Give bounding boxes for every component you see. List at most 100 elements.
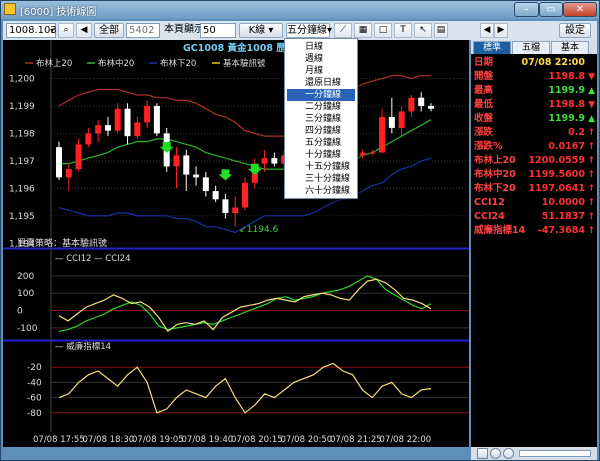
time-tick-label: 07/08 22:00 [380, 435, 432, 445]
interval-menu-item[interactable]: 五分鐘線 [287, 137, 355, 149]
arrow-left-icon[interactable]: ◀ [480, 23, 494, 38]
page-size-field[interactable]: 50 [200, 23, 236, 38]
cci-tick-label: -100 [17, 324, 38, 334]
pointer-icon[interactable]: ↖ [414, 23, 432, 38]
candle-body [65, 169, 72, 178]
candle-body [408, 97, 415, 112]
page-label: 本頁顯示 [164, 24, 204, 35]
price-tick-label: 1,200 [9, 74, 35, 84]
trend-arrow-icon: ↑ [587, 170, 595, 180]
legend-label: 布林下20 [160, 58, 196, 69]
time-tick-label: 07/08 19:40 [182, 435, 234, 445]
candle-body [124, 108, 131, 137]
search-icon[interactable]: ⌕ [58, 23, 74, 38]
candle-body [104, 125, 111, 131]
interval-menu-item[interactable]: 十分鐘線 [287, 149, 355, 161]
quote-row: 漲跌 0.2 ↑ [471, 126, 597, 140]
interval-menu-item[interactable]: 週線 [287, 53, 355, 65]
quote-row: 布林上20 1200.0559 ↑ [471, 154, 597, 168]
app-window: [6000] 技術線圖 – ▭ ✕ 1008.103 ▾ ⌕ ◀ 全部 5402 … [0, 0, 600, 461]
price-tick-label: 1,199 [9, 102, 35, 112]
cci24-line [58, 275, 432, 332]
technical-chart[interactable]: 1,2001,1991,1981,1971,1961,1951,194↙1194… [3, 40, 469, 447]
williams-line [58, 362, 432, 414]
buy-signal-arrow [159, 141, 174, 153]
draw-line-icon[interactable]: ⟋ [334, 23, 352, 38]
interval-menu-item[interactable]: 三分鐘線 [287, 113, 355, 125]
arrow-right-icon[interactable]: ▶ [494, 23, 508, 38]
close-button[interactable]: ✕ [563, 2, 597, 17]
quote-label: 漲跌% [474, 141, 503, 152]
interval-menu-item[interactable]: 六十分鐘線 [287, 185, 355, 197]
candle-body [261, 158, 268, 164]
quote-label: 開盤 [474, 71, 494, 82]
trend-arrow-icon: ↑ [587, 142, 595, 152]
price-tick-label: 1,197 [9, 157, 35, 167]
interval-menu-item[interactable]: 二分鐘線 [287, 101, 355, 113]
interval-menu-item[interactable]: 還原日線 [287, 77, 355, 89]
chevron-down-icon[interactable]: ▾ [50, 24, 54, 37]
zoom-in-icon[interactable] [490, 448, 501, 459]
back-icon[interactable]: ◀ [76, 23, 92, 38]
interval-menu-item[interactable]: 三十分鐘線 [287, 173, 355, 185]
tab-basic[interactable]: 基本 [551, 41, 589, 54]
maximize-button[interactable]: ▭ [539, 2, 563, 17]
interval-menu-item[interactable]: 月線 [287, 65, 355, 77]
trend-arrow-icon: ↑ [587, 212, 595, 222]
quote-label: 最低 [474, 99, 494, 110]
show-all-button[interactable]: 全部 [94, 23, 124, 38]
quote-value: 1198.8 [548, 99, 585, 110]
wr-tick-label: -60 [27, 394, 42, 404]
low-price-marker: ↙1194.6 [239, 225, 278, 235]
quote-value: 1200.0559 [528, 155, 586, 166]
price-tick-label: 1,198 [9, 129, 35, 139]
status-bar [471, 447, 597, 460]
layout-icon[interactable]: ▤ [434, 23, 448, 38]
text-tool-icon[interactable]: T [394, 23, 412, 38]
count-field[interactable]: 5402 [126, 23, 160, 38]
quote-value: 0.0167 [548, 141, 585, 152]
quote-label: CCI12 [474, 197, 505, 208]
candle-body [212, 191, 219, 200]
interval-dropdown[interactable]: 五分鐘線▾ [286, 23, 332, 38]
settings-button[interactable]: 設定 [559, 23, 591, 38]
interval-menu-item[interactable]: 日線 [287, 41, 355, 53]
time-tick-label: 07/08 18:30 [83, 435, 135, 445]
interval-menu-item[interactable]: 四分鐘線 [287, 125, 355, 137]
horizontal-scrollbar[interactable] [3, 447, 469, 460]
candle-body [114, 108, 121, 131]
quote-label: 布林上20 [474, 155, 516, 166]
time-tick-label: 07/08 19:05 [132, 435, 184, 445]
tab-five-level[interactable]: 五檔 [512, 41, 550, 54]
candle-body [183, 155, 190, 175]
trend-arrow-icon: ↑ [587, 226, 595, 236]
symbol-input[interactable]: 1008.103 ▾ [6, 23, 57, 38]
grid-icon[interactable]: ▦ [354, 23, 372, 38]
kline-button[interactable]: K線 ▾ [239, 23, 283, 38]
quote-panel: 標準 五檔 基本 日期 07/08 22:00 開盤 1198.8 ▼ 最高 1199.9 ▲… [471, 40, 597, 447]
legend-label: 布林中20 [98, 58, 134, 69]
quote-label: 布林中20 [474, 169, 516, 180]
quote-label: 漲跌 [474, 127, 494, 138]
quote-value: 10.0000 [541, 197, 585, 208]
trend-arrow-icon: ▼ [588, 100, 595, 110]
interval-menu: 日線 週線 月線 還原日線 一分鐘線 二分鐘線 三分鐘線 四分鐘線 五分鐘線 十分鐘線 十五分鐘線三… [284, 38, 358, 199]
zoom-icon[interactable] [477, 448, 488, 459]
interval-label: 五分鐘線 [287, 25, 327, 36]
zoom-out-icon[interactable] [503, 448, 514, 459]
tab-standard[interactable]: 標準 [473, 41, 511, 54]
candle-body [134, 122, 141, 137]
zoom-slider[interactable] [519, 450, 591, 457]
chart-area[interactable]: 1,200 1,199 1,198 1,197 1,196 1,195 1,194 ↙1194… [3, 40, 469, 447]
strategy-title: 買賣策略：基本驗訊號 [17, 237, 107, 249]
title-bar: [6000] 技術線圖 – ▭ ✕ [1, 1, 599, 19]
quote-value: 07/08 22:00 [521, 57, 585, 68]
interval-menu-item[interactable]: 一分鐘線 [287, 89, 355, 101]
minimize-button[interactable]: – [514, 2, 539, 17]
quote-value: 1197.0641 [528, 183, 586, 194]
quote-label: 收盤 [474, 113, 494, 124]
candle-body [193, 174, 200, 178]
quote-tabs: 標準 五檔 基本 [471, 40, 597, 54]
interval-menu-item[interactable]: 十五分鐘線 [287, 161, 355, 173]
rectangle-icon[interactable]: □ [374, 23, 392, 38]
